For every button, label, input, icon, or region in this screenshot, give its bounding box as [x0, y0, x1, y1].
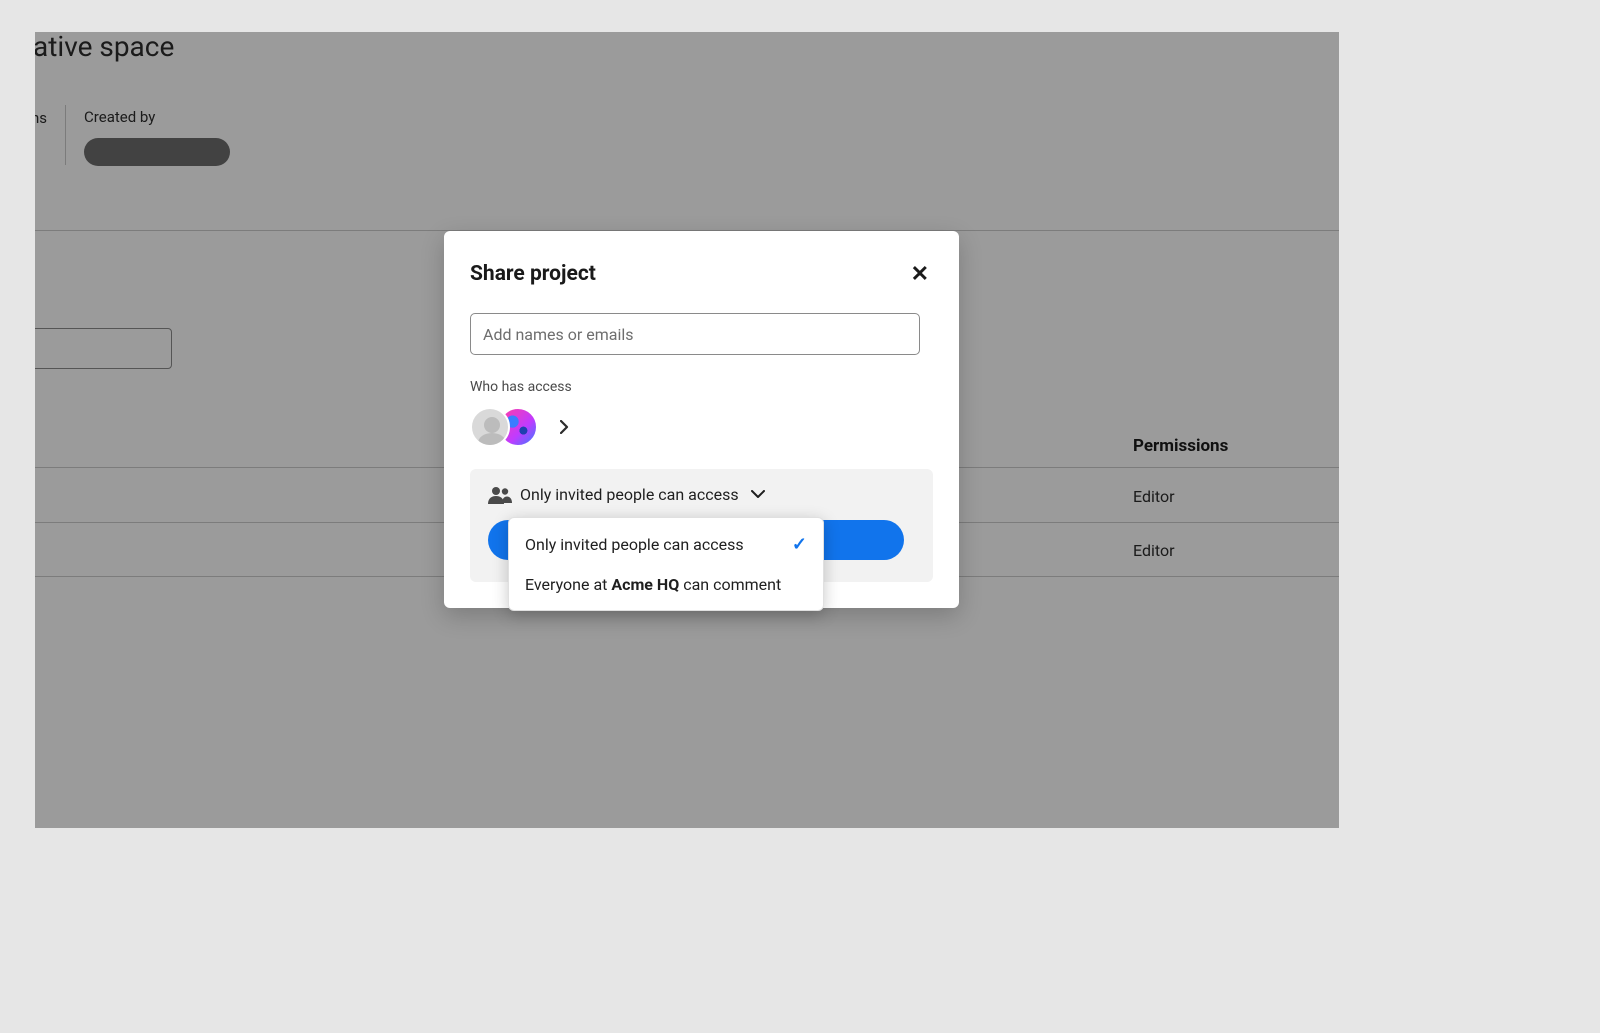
access-panel: Only invited people can access Only invi…: [470, 469, 933, 582]
avatars: [470, 407, 538, 447]
close-icon: ✕: [911, 261, 929, 286]
avatar[interactable]: [470, 407, 510, 447]
check-icon: ✓: [792, 534, 807, 555]
access-selector-label: Only invited people can access: [520, 485, 739, 504]
who-has-access-label: Who has access: [470, 379, 933, 395]
option-label: Only invited people can access: [525, 535, 744, 554]
chevron-right-icon: [560, 420, 569, 434]
access-option-org-comment[interactable]: Everyone at Acme HQ can comment: [509, 565, 823, 604]
close-button[interactable]: ✕: [907, 259, 933, 289]
share-project-modal: Share project ✕ Add names or emails Who …: [444, 231, 959, 608]
invite-placeholder: Add names or emails: [483, 325, 634, 344]
chevron-down-icon: [751, 490, 765, 499]
option-label: Everyone at Acme HQ can comment: [525, 575, 781, 594]
access-dropdown: Only invited people can access ✓ Everyon…: [508, 517, 824, 611]
access-option-invited-only[interactable]: Only invited people can access ✓: [509, 524, 823, 565]
modal-title: Share project: [470, 262, 596, 286]
invite-input[interactable]: Add names or emails: [470, 313, 920, 355]
access-avatars-row: [470, 407, 933, 447]
people-icon: [488, 486, 510, 504]
access-selector[interactable]: Only invited people can access: [488, 485, 915, 504]
expand-access-button[interactable]: [552, 415, 576, 439]
app-frame: ative space ns Created by Permissions Ed…: [35, 32, 1339, 828]
